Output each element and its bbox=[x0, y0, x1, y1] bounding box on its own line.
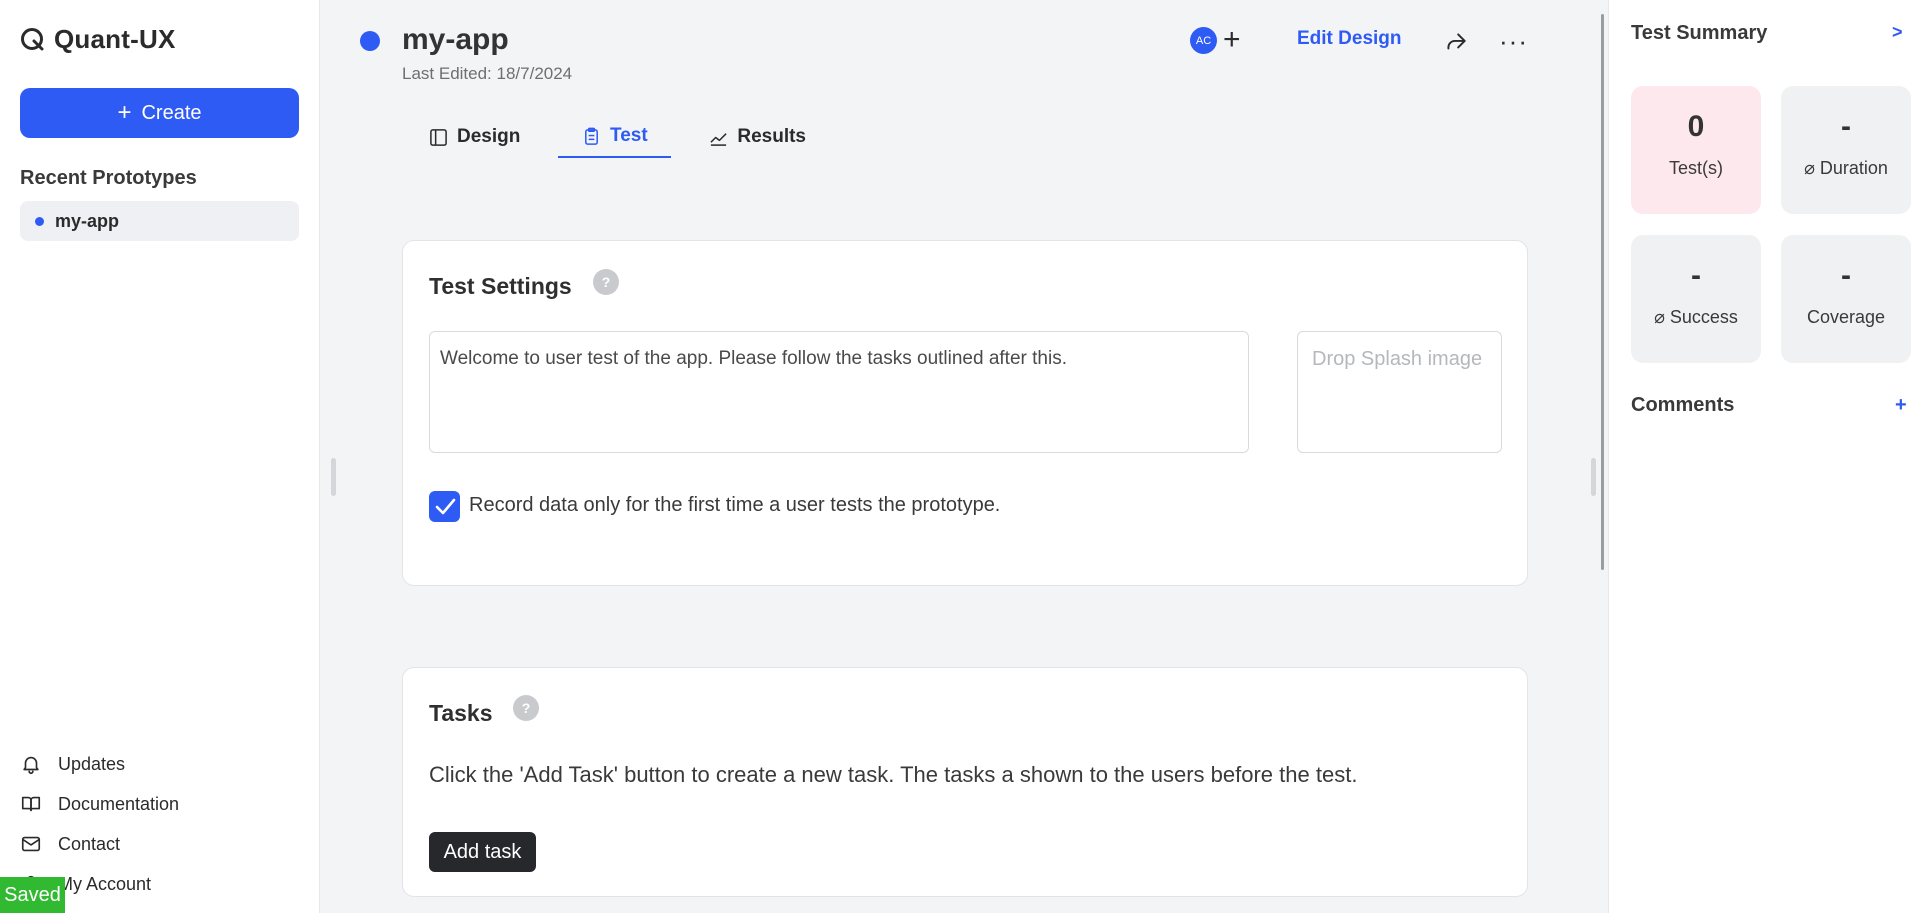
add-comment-button[interactable]: + bbox=[1895, 394, 1907, 417]
sidebar: Quant-UX + Create Recent Prototypes my-a… bbox=[0, 0, 320, 913]
plus-icon: + bbox=[117, 99, 132, 126]
stat-label: Test(s) bbox=[1669, 158, 1723, 178]
add-collaborator-button[interactable]: + bbox=[1223, 20, 1241, 60]
sidebar-resize-handle[interactable] bbox=[331, 458, 336, 496]
book-icon bbox=[21, 796, 41, 812]
stat-label: ⌀ Success bbox=[1654, 307, 1738, 327]
help-icon[interactable]: ? bbox=[513, 695, 539, 721]
sidebar-item-label: Documentation bbox=[58, 793, 180, 814]
tab-test[interactable]: Test bbox=[558, 116, 672, 158]
view-tabs: Design Test Results bbox=[425, 116, 810, 158]
tasks-description: Click the 'Add Task' button to create a … bbox=[429, 762, 1358, 787]
sidebar-layout-icon bbox=[430, 128, 447, 146]
page-title: my-app bbox=[402, 23, 509, 56]
avatar[interactable]: AC bbox=[1190, 27, 1217, 54]
add-task-button[interactable]: Add task bbox=[429, 832, 536, 872]
tab-design[interactable]: Design bbox=[425, 116, 524, 158]
recent-prototype-label: my-app bbox=[55, 210, 120, 231]
stat-value: - bbox=[1691, 259, 1701, 292]
sidebar-item-updates[interactable]: Updates bbox=[20, 744, 179, 784]
tasks-title: Tasks bbox=[429, 700, 493, 726]
app-logo[interactable]: Quant-UX bbox=[20, 24, 175, 55]
quant-ux-logo-icon bbox=[21, 27, 44, 50]
chart-line-icon bbox=[710, 132, 727, 146]
avg-success-card: - ⌀ Success bbox=[1631, 235, 1761, 363]
edit-design-button[interactable]: Edit Design bbox=[1297, 28, 1402, 50]
recent-prototype-item[interactable]: my-app bbox=[20, 201, 299, 241]
welcome-message-input[interactable]: Welcome to user test of the app. Please … bbox=[429, 331, 1249, 453]
sidebar-item-label: Updates bbox=[58, 753, 126, 774]
checkmark-icon bbox=[435, 498, 455, 514]
stat-value: - bbox=[1841, 110, 1851, 143]
avg-duration-card: - ⌀ Duration bbox=[1781, 86, 1911, 214]
main-scrollbar[interactable] bbox=[1601, 14, 1604, 570]
tab-label: Results bbox=[737, 126, 806, 147]
mail-icon bbox=[21, 836, 41, 852]
expand-summary-icon[interactable]: > bbox=[1892, 22, 1903, 43]
tab-label: Test bbox=[610, 125, 648, 146]
coverage-card: - Coverage bbox=[1781, 235, 1911, 363]
create-button-label: Create bbox=[141, 101, 202, 124]
tasks-card: Tasks ? Click the 'Add Task' button to c… bbox=[402, 667, 1528, 897]
share-icon[interactable] bbox=[1443, 29, 1469, 55]
right-panel-resize-handle[interactable] bbox=[1591, 458, 1596, 496]
prototype-dot-icon bbox=[35, 216, 44, 226]
tab-results[interactable]: Results bbox=[705, 116, 810, 158]
stat-value: - bbox=[1841, 259, 1851, 292]
create-button[interactable]: + Create bbox=[20, 88, 299, 138]
tests-count-card: 0 Test(s) bbox=[1631, 86, 1761, 214]
test-settings-card: Test Settings ? Welcome to user test of … bbox=[402, 240, 1528, 586]
stat-label: Coverage bbox=[1806, 307, 1886, 327]
last-edited-date: Last Edited: 18/7/2024 bbox=[402, 64, 573, 83]
more-options-icon[interactable]: ··· bbox=[1499, 26, 1528, 57]
stat-label: ⌀ Duration bbox=[1804, 158, 1888, 178]
bell-icon bbox=[23, 756, 39, 774]
test-settings-title: Test Settings bbox=[429, 273, 572, 299]
record-first-time-checkbox[interactable] bbox=[429, 491, 460, 522]
sidebar-item-label: Contact bbox=[58, 833, 121, 854]
sidebar-item-contact[interactable]: Contact bbox=[20, 824, 179, 864]
test-summary-panel: Test Summary > 0 Test(s) - ⌀ Duration - … bbox=[1608, 0, 1920, 913]
record-first-time-label: Record data only for the first time a us… bbox=[469, 494, 1001, 516]
help-icon[interactable]: ? bbox=[593, 269, 619, 295]
app-name: Quant-UX bbox=[54, 24, 176, 54]
clipboard-icon bbox=[585, 127, 598, 145]
splash-image-dropzone[interactable]: Drop Splash image bbox=[1297, 331, 1502, 453]
test-summary-title: Test Summary bbox=[1631, 22, 1768, 44]
recent-prototypes-heading: Recent Prototypes bbox=[20, 167, 197, 189]
saved-status-badge: Saved bbox=[0, 877, 65, 913]
tab-label: Design bbox=[457, 126, 521, 147]
stat-value: 0 bbox=[1687, 110, 1705, 143]
comments-heading: Comments bbox=[1631, 394, 1735, 416]
sidebar-item-label: My Account bbox=[58, 873, 152, 894]
sidebar-item-documentation[interactable]: Documentation bbox=[20, 784, 179, 824]
prototype-status-dot bbox=[360, 31, 380, 51]
